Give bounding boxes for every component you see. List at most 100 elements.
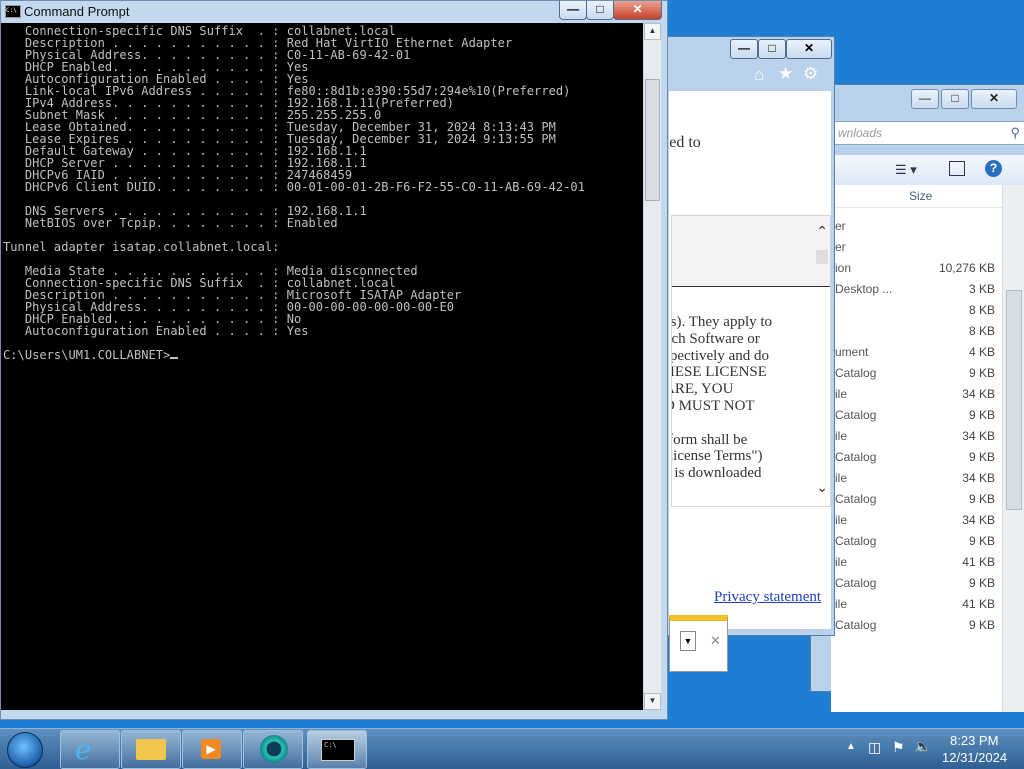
file-name: ile <box>835 471 848 485</box>
page-content: sed to es). They apply touch Software or… <box>669 91 831 629</box>
file-list: Size er er ion 10,276 KB Desktop ... 3 KB 8 KB… <box>831 185 1005 712</box>
header-fragment: sed to <box>669 134 701 151</box>
console-scrollbar[interactable]: ▲ ▼ <box>644 23 661 710</box>
console-line: DHCPv6 Client DUID. . . . . . . . : 00-0… <box>3 180 585 194</box>
file-row[interactable]: Catalog 9 KB <box>831 489 1005 510</box>
start-button[interactable] <box>3 730 47 768</box>
file-name: ile <box>835 555 848 569</box>
file-name: Catalog <box>835 534 877 548</box>
close-button[interactable]: ✕ <box>613 1 662 20</box>
maximize-button[interactable]: □ <box>586 1 614 20</box>
file-row[interactable]: ion 10,276 KB <box>831 258 1005 279</box>
file-row[interactable]: 8 KB <box>831 300 1005 321</box>
scrollbar-thumb[interactable] <box>1006 290 1022 510</box>
file-size: 34 KB <box>962 429 995 443</box>
file-row[interactable]: ile 41 KB <box>831 594 1005 615</box>
minimize-button[interactable]: — <box>559 1 587 20</box>
file-row[interactable]: ile 34 KB <box>831 384 1005 405</box>
file-row[interactable]: ile 41 KB <box>831 552 1005 573</box>
file-size: 8 KB <box>968 303 995 317</box>
console-line: Autoconfiguration Enabled . . . . : Yes <box>3 324 309 338</box>
search-placeholder: wnloads <box>838 126 883 140</box>
favorites-star-icon[interactable]: ★ <box>778 64 793 84</box>
file-name: Catalog <box>835 366 877 380</box>
license-text-line: uch Software or <box>671 330 760 347</box>
minimize-button[interactable]: — <box>730 39 758 59</box>
maximize-button[interactable]: □ <box>941 89 969 109</box>
scroll-down-icon[interactable]: ⌄ <box>816 480 828 497</box>
command-prompt-icon: C:\ <box>321 739 355 761</box>
action-center-flag-icon[interactable]: ⚑ <box>892 739 905 756</box>
explorer-scrollbar[interactable] <box>1002 185 1024 712</box>
taskbar-internet-explorer[interactable]: e <box>60 730 120 769</box>
taskbar-file-explorer[interactable] <box>121 730 181 769</box>
size-column-header[interactable]: Size <box>909 189 932 203</box>
file-row[interactable]: Desktop ... 3 KB <box>831 279 1005 300</box>
file-row[interactable]: Catalog 9 KB <box>831 615 1005 636</box>
license-browser-window[interactable]: — □ ✕ ⌂ ★ ⚙ sed to es). They apply touch… <box>663 36 835 672</box>
file-size: 41 KB <box>962 555 995 569</box>
taskbar-command-prompt[interactable]: C:\ <box>307 730 367 769</box>
file-row[interactable]: ument 4 KB <box>831 342 1005 363</box>
file-size: 9 KB <box>968 408 995 422</box>
file-row[interactable]: Catalog 9 KB <box>831 405 1005 426</box>
file-row[interactable]: ile 34 KB <box>831 426 1005 447</box>
file-row[interactable]: Catalog 9 KB <box>831 531 1005 552</box>
close-button[interactable]: ✕ <box>971 89 1017 109</box>
license-text-line: ARE, YOU <box>672 381 734 398</box>
windows-orb-icon <box>7 732 43 768</box>
command-prompt-window[interactable]: C:\ Command Prompt — □ ✕ Connection-spec… <box>0 0 668 720</box>
minimize-button[interactable]: — <box>911 89 939 109</box>
preview-pane-icon[interactable] <box>949 161 965 176</box>
view-options-icon[interactable]: ☰ ▾ <box>895 162 917 178</box>
scroll-up-arrow-icon[interactable]: ▲ <box>644 23 661 40</box>
explorer-window[interactable]: — □ ✕ wnloads ⚲ ☰ ▾ ? Size er er ion 10,276… <box>810 84 1024 712</box>
privacy-statement-link[interactable]: Privacy statement <box>714 589 821 606</box>
file-row[interactable]: er <box>831 237 1005 258</box>
file-row[interactable]: 8 KB <box>831 321 1005 342</box>
title-bar[interactable]: C:\ Command Prompt — □ ✕ <box>1 1 667 23</box>
scrollbar-thumb[interactable] <box>645 79 660 201</box>
file-row[interactable]: ile 34 KB <box>831 510 1005 531</box>
scroll-down-arrow-icon[interactable]: ▼ <box>644 693 661 710</box>
license-text-line: spectively and do <box>671 347 769 364</box>
license-scroll-thumb[interactable] <box>816 250 828 264</box>
file-size: 9 KB <box>968 492 995 506</box>
file-row[interactable]: Catalog 9 KB <box>831 363 1005 384</box>
show-hidden-icons[interactable]: ▲ <box>846 741 856 752</box>
taskbar-app-circle[interactable] <box>243 730 303 769</box>
license-box-header <box>672 216 830 287</box>
file-row[interactable]: Catalog 9 KB <box>831 447 1005 468</box>
help-icon[interactable]: ? <box>985 160 1002 177</box>
console-output[interactable]: Connection-specific DNS Suffix . : colla… <box>1 23 643 710</box>
file-name: ion <box>835 261 852 275</box>
cmd-app-icon: C:\ <box>5 5 21 18</box>
network-icon[interactable]: ◫ <box>868 739 881 756</box>
taskbar-media-player[interactable]: ▶ <box>182 730 242 769</box>
volume-icon[interactable]: 🔈 <box>914 738 931 755</box>
clock-date[interactable]: 12/31/2024 <box>942 750 1007 765</box>
file-row[interactable]: er <box>831 216 1005 237</box>
license-text-line: tform shall be <box>671 431 748 448</box>
file-row[interactable]: Catalog 9 KB <box>831 573 1005 594</box>
app-circle-icon <box>260 735 288 763</box>
close-button[interactable]: ✕ <box>786 39 832 59</box>
maximize-button[interactable]: □ <box>758 39 786 59</box>
clock-time[interactable]: 8:23 PM <box>950 733 998 748</box>
search-icon[interactable]: ⚲ <box>1010 125 1020 141</box>
file-size: 9 KB <box>968 618 995 632</box>
file-row[interactable]: ile 34 KB <box>831 468 1005 489</box>
dropdown-arrow-icon[interactable]: ▼ <box>680 631 696 651</box>
home-icon[interactable]: ⌂ <box>754 65 764 85</box>
license-text-box[interactable]: es). They apply to uch Software or spectiv… <box>671 215 831 507</box>
file-size: 41 KB <box>962 597 995 611</box>
settings-gear-icon[interactable]: ⚙ <box>803 64 818 84</box>
file-size: 4 KB <box>968 345 995 359</box>
console-text: Connection-specific DNS Suffix . : colla… <box>1 23 643 361</box>
folder-icon <box>136 739 166 760</box>
file-name: ile <box>835 387 848 401</box>
dismiss-icon[interactable]: ✕ <box>710 633 721 649</box>
download-bar: ▼ ✕ <box>669 615 728 672</box>
scroll-up-icon[interactable]: ⌃ <box>816 224 828 241</box>
search-box[interactable]: wnloads ⚲ <box>831 121 1024 145</box>
